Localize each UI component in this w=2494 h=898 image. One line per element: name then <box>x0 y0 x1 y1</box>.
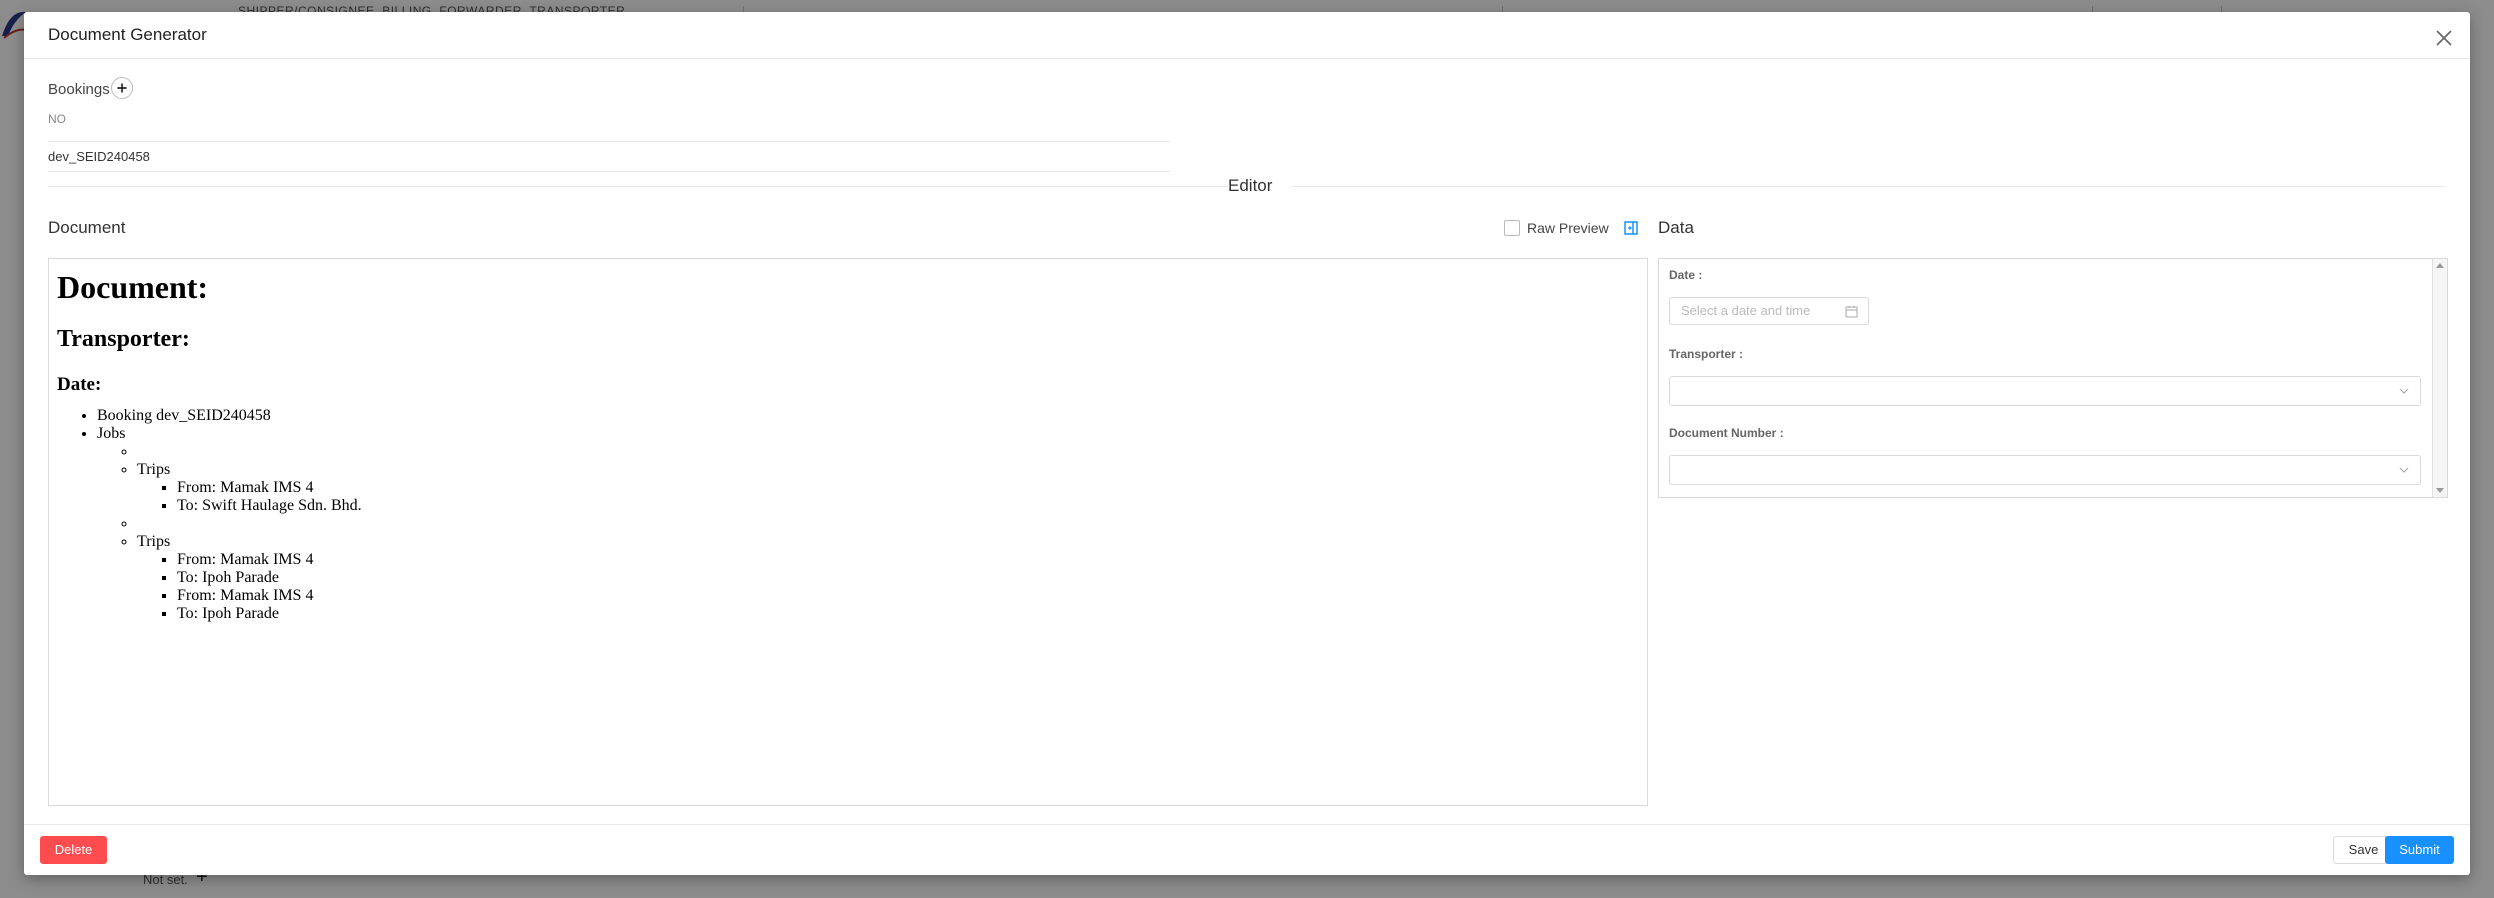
trips-list: From: Mamak IMS 4 To: Ipoh Parade From: … <box>137 551 1647 623</box>
add-booking-button[interactable] <box>111 77 133 99</box>
list-item: To: Ipoh Parade <box>177 605 1647 623</box>
transporter-select[interactable] <box>1669 376 2421 406</box>
date-label-text: Date <box>1669 268 1696 282</box>
list-item <box>137 443 1647 461</box>
document-generator-modal: Document Generator Bookings NO dev_SEID2… <box>24 12 2470 875</box>
document-number-select[interactable] <box>1669 455 2421 485</box>
chevron-down-icon <box>2399 388 2409 394</box>
divider-right <box>1292 186 2446 187</box>
doc-heading-transporter: Transporter: <box>57 326 190 352</box>
date-picker-input[interactable]: Select a date and time <box>1669 297 1869 325</box>
scroll-down-icon[interactable] <box>2436 488 2444 493</box>
trips-label: Trips <box>137 533 171 550</box>
list-item: Trips From: Mamak IMS 4 To: Swift Haulag… <box>137 461 1647 515</box>
raw-preview-label[interactable]: Raw Preview <box>1527 220 1609 236</box>
transporter-label-text: Transporter <box>1669 347 1736 361</box>
jobs-list: Trips From: Mamak IMS 4 To: Swift Haulag… <box>97 443 1647 623</box>
delete-button[interactable]: Delete <box>40 836 107 864</box>
doc-list: Booking dev_SEID240458 Jobs Trips From: … <box>49 407 1647 623</box>
list-item: To: Swift Haulage Sdn. Bhd. <box>177 497 1647 515</box>
bookings-label: Bookings <box>48 81 110 98</box>
document-section-title: Document <box>48 218 126 237</box>
data-section-title: Data <box>1658 218 1694 237</box>
list-item: Booking dev_SEID240458 <box>97 407 1647 425</box>
list-item: From: Mamak IMS 4 <box>177 551 1647 569</box>
column-no: NO <box>48 112 66 126</box>
date-placeholder: Select a date and time <box>1681 303 1811 318</box>
jobs-label: Jobs <box>97 425 126 442</box>
document-number-label-text: Document Number <box>1669 426 1777 440</box>
label-colon: : <box>1739 347 1744 361</box>
booking-number: dev_SEID240458 <box>48 149 150 164</box>
table-row[interactable]: dev_SEID240458 <box>48 142 1170 172</box>
toggle-panel-icon[interactable] <box>1622 219 1640 237</box>
list-item <box>137 515 1647 533</box>
scroll-up-icon[interactable] <box>2436 263 2444 268</box>
trips-list: From: Mamak IMS 4 To: Swift Haulage Sdn.… <box>137 479 1647 515</box>
data-form: Date : Select a date and time Transporte… <box>1658 258 2448 498</box>
calendar-icon <box>1845 306 1858 318</box>
bookings-column-header: NO <box>48 108 1170 142</box>
doc-heading-date: Date: <box>57 374 102 395</box>
modal-footer: Delete Save Submit <box>24 824 2470 875</box>
list-item: Jobs Trips From: Mamak IMS 4 To: Swift H… <box>97 425 1647 623</box>
list-item: To: Ipoh Parade <box>177 569 1647 587</box>
doc-heading-document: Document: <box>57 269 209 305</box>
divider-left <box>48 186 1228 187</box>
trips-label: Trips <box>137 461 171 478</box>
list-item: From: Mamak IMS 4 <box>177 587 1647 605</box>
raw-preview-checkbox[interactable] <box>1504 220 1520 236</box>
modal-title: Document Generator <box>48 25 207 44</box>
date-field-label: Date : <box>1669 268 1702 282</box>
editor-divider-title: Editor <box>1228 176 1273 195</box>
close-icon[interactable] <box>2432 26 2456 50</box>
label-colon: : <box>1779 426 1784 440</box>
chevron-down-icon <box>2399 467 2409 473</box>
document-number-field-label: Document Number : <box>1669 426 1784 440</box>
list-item: Trips From: Mamak IMS 4 To: Ipoh Parade … <box>137 533 1647 623</box>
label-colon: : <box>1698 268 1703 282</box>
list-item: From: Mamak IMS 4 <box>177 479 1647 497</box>
document-preview[interactable]: Document: Transporter: Date: Booking dev… <box>48 258 1648 806</box>
transporter-field-label: Transporter : <box>1669 347 1743 361</box>
data-form-scrollbar[interactable] <box>2432 259 2447 497</box>
submit-button[interactable]: Submit <box>2385 836 2454 864</box>
modal-header: Document Generator <box>24 12 2470 59</box>
